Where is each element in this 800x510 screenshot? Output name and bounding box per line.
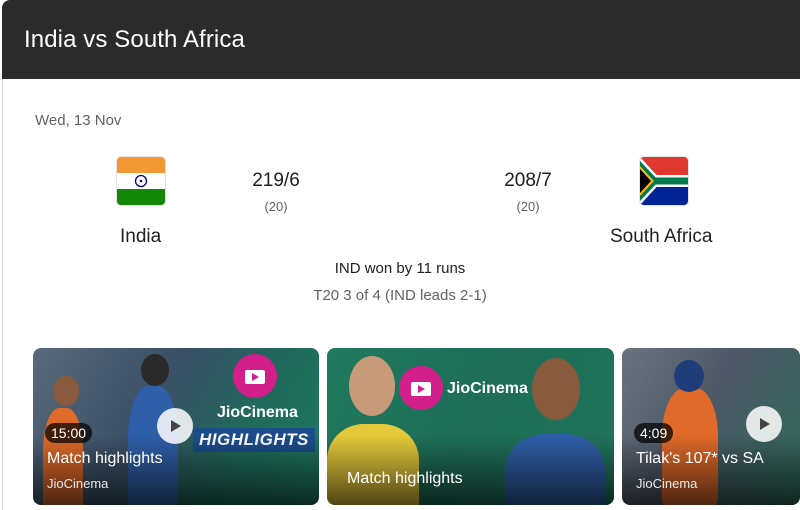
jiocinema-brand: JioCinema bbox=[217, 404, 298, 421]
video-title[interactable]: Match highlights bbox=[347, 470, 463, 488]
jiocinema-brand: JioCinema bbox=[447, 380, 528, 397]
team1-name[interactable]: India bbox=[120, 226, 161, 248]
match-result: IND won by 11 runs bbox=[334, 260, 466, 277]
video-source: JioCinema bbox=[47, 476, 109, 491]
jiocinema-logo-icon bbox=[233, 354, 277, 398]
video-card-highlights-2[interactable]: JioCinema Match highlights bbox=[327, 348, 614, 505]
player-head bbox=[141, 354, 169, 386]
play-icon[interactable] bbox=[157, 408, 193, 444]
video-title[interactable]: Tilak's 107* vs SA bbox=[636, 450, 764, 468]
match-date: Wed, 13 Nov bbox=[35, 112, 122, 129]
video-title[interactable]: Match highlights bbox=[47, 450, 163, 468]
player-head bbox=[349, 356, 395, 416]
page-title: India vs South Africa bbox=[24, 26, 245, 53]
video-card-tilak-century[interactable]: 4:09 Tilak's 107* vs SA JioCinema bbox=[622, 348, 800, 505]
video-card-highlights-1[interactable]: JioCinema HIGHLIGHTS 15:00 Match highlig… bbox=[33, 348, 319, 505]
video-duration: 15:00 bbox=[45, 423, 93, 443]
player-head bbox=[532, 358, 580, 420]
play-icon[interactable] bbox=[746, 406, 782, 442]
india-flag-icon[interactable] bbox=[117, 157, 165, 205]
team2-score: 208/7 bbox=[504, 170, 552, 191]
team2-overs: (20) bbox=[516, 199, 540, 214]
jiocinema-logo-icon bbox=[399, 366, 443, 410]
results-header: India vs South Africa bbox=[2, 0, 800, 79]
team1-overs: (20) bbox=[264, 199, 288, 214]
video-duration: 4:09 bbox=[634, 423, 674, 443]
series-status: T20 3 of 4 (IND leads 2-1) bbox=[313, 287, 487, 304]
thumbnail-shade bbox=[33, 435, 319, 505]
team2-name[interactable]: South Africa bbox=[610, 226, 712, 248]
video-source: JioCinema bbox=[636, 476, 698, 491]
thumbnail-shade bbox=[622, 435, 800, 505]
player-head bbox=[674, 360, 704, 392]
team1-score: 219/6 bbox=[252, 170, 300, 191]
south-africa-flag-icon[interactable] bbox=[640, 157, 688, 205]
player-head bbox=[53, 376, 79, 406]
